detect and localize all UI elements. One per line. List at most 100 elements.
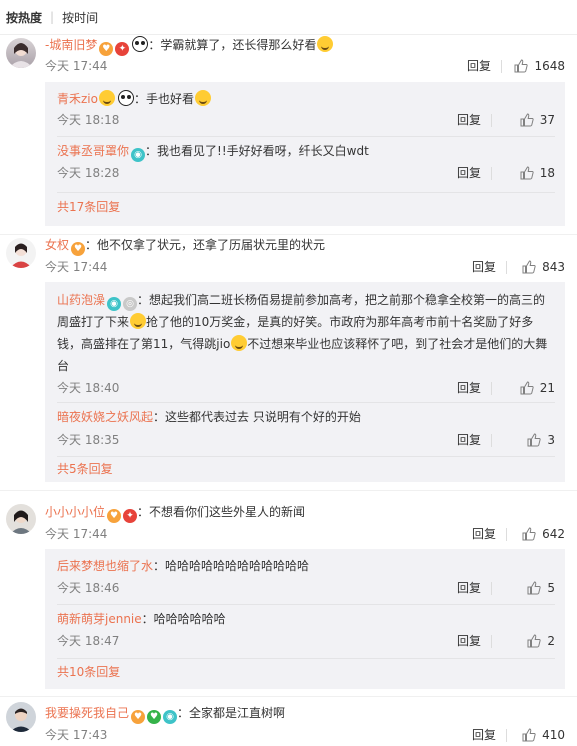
reply-button[interactable]: 回复 <box>457 431 481 449</box>
fan-badge-icon: ♥ <box>107 509 122 523</box>
smirk-emoji-icon <box>231 335 248 351</box>
reply-meta: 今天 18:40 回复 21 <box>57 379 555 397</box>
reply-username[interactable]: 萌新萌芽jennie <box>57 612 142 626</box>
member-badge-icon: ✦ <box>115 42 130 56</box>
thumbs-up-icon <box>522 260 536 274</box>
divider <box>491 582 492 595</box>
avatar[interactable] <box>6 238 36 268</box>
reply-text: ：哈哈哈哈哈哈哈哈哈哈哈哈 <box>153 559 310 573</box>
divider <box>501 60 502 73</box>
reply-username[interactable]: 暗夜妖娆之妖风起 <box>57 410 153 424</box>
comment-meta: 今天 17:44 回复 642 <box>45 525 565 543</box>
reply-text: 钱，高盛排在了第11，气得跳jio <box>57 337 231 351</box>
reply-box: 青禾zio ：手也好看 今天 18:18 回复 37 没事丞哥罩你 ◉ ：我也看见了!… <box>45 82 565 226</box>
reply-meta: 今天 18:46 回复 5 <box>57 579 555 597</box>
like-button[interactable]: 37 <box>520 111 555 129</box>
vip-badge-icon: ◉ <box>107 297 122 311</box>
reply-button[interactable]: 回复 <box>457 632 481 650</box>
reply-item: 后来梦想也缩了水：哈哈哈哈哈哈哈哈哈哈哈哈 今天 18:46 回复 5 <box>45 549 565 601</box>
reply-item: 山药泡澡 ◉ ◎ ：想起我们高二班长杨佰易提前参加高考，把之前那个稳拿全校第一的高三的… <box>45 282 565 398</box>
reply-username[interactable]: 青禾zio <box>57 92 98 106</box>
divider <box>57 658 555 659</box>
view-more-replies-link[interactable]: 共5条回复 <box>57 460 113 478</box>
comment-item: 小小小小位 ♥ ✦ ：不想看你们这些外星人的新闻 今天 17:44 回复 642 后来… <box>0 498 577 697</box>
comment-username[interactable]: -城南旧梦 <box>45 38 97 52</box>
divider <box>491 167 492 180</box>
laugh-emoji-icon <box>317 36 334 52</box>
like-button[interactable]: 2 <box>527 632 555 650</box>
thumbs-up-icon <box>522 728 536 742</box>
divider <box>506 729 507 742</box>
like-button[interactable]: 21 <box>520 379 555 397</box>
reply-text: ：这些都代表过去 只说明有个好的开始 <box>153 410 361 424</box>
comment-time: 今天 17:44 <box>45 527 108 541</box>
view-more-replies-link[interactable]: 共17条回复 <box>57 198 120 216</box>
reply-button[interactable]: 回复 <box>457 379 481 397</box>
reply-box: 后来梦想也缩了水：哈哈哈哈哈哈哈哈哈哈哈哈 今天 18:46 回复 5 萌新萌芽… <box>45 549 565 689</box>
like-count: 37 <box>539 113 555 127</box>
like-button[interactable]: 410 <box>522 726 565 744</box>
like-button[interactable]: 18 <box>520 164 555 182</box>
comment-username[interactable]: 小小小小位 <box>45 505 105 519</box>
tab-by-time[interactable]: 按时间 <box>62 9 106 26</box>
divider <box>57 402 555 403</box>
like-button[interactable]: 1648 <box>514 57 565 75</box>
reply-item: 暗夜妖娆之妖风起：这些都代表过去 只说明有个好的开始 今天 18:35 回复 3 <box>45 404 565 454</box>
member-badge-icon: ✦ <box>123 509 138 523</box>
reply-button[interactable]: 回复 <box>457 579 481 597</box>
reply-button[interactable]: 回复 <box>457 111 481 129</box>
thumbs-up-icon <box>520 113 534 127</box>
reply-username[interactable]: 山药泡澡 <box>57 293 105 307</box>
reply-item: 没事丞哥罩你 ◉ ：我也看见了!!手好好看呀，纤长又白wdt 今天 18:28 回复… <box>45 138 565 188</box>
reply-meta: 今天 18:35 回复 3 <box>57 431 555 449</box>
comment-time: 今天 17:43 <box>45 728 108 742</box>
tab-by-popularity[interactable]: 按热度 <box>6 9 50 26</box>
divider <box>491 114 492 127</box>
like-button[interactable]: 642 <box>522 525 565 543</box>
avatar[interactable] <box>6 38 36 68</box>
reply-text: ：我也看见了!!手好好看呀，纤长又白wdt <box>145 144 369 158</box>
comment-item: 女权 ♥ ：他不仅拿了状元，还拿了历届状元里的状元 今天 17:44 回复 843 … <box>0 234 577 491</box>
reply-button[interactable]: 回复 <box>472 726 496 744</box>
avatar-portrait-icon <box>10 243 32 268</box>
comment-text: ：不想看你们这些外星人的新闻 <box>137 505 306 519</box>
divider <box>506 528 507 541</box>
reply-button[interactable]: 回复 <box>472 258 496 276</box>
view-more-replies-link[interactable]: 共10条回复 <box>57 663 120 681</box>
thumbs-up-icon <box>520 381 534 395</box>
divider <box>57 192 555 193</box>
level-badge-icon: ◎ <box>123 297 138 311</box>
fan-badge-icon: ♥ <box>131 710 146 724</box>
avatar-portrait-icon <box>10 708 32 732</box>
like-count: 642 <box>542 527 565 541</box>
comment-username[interactable]: 我要操死我自己 <box>45 706 129 720</box>
like-button[interactable]: 5 <box>527 579 555 597</box>
reply-time: 今天 18:47 <box>57 634 120 648</box>
reply-item: 萌新萌芽jennie：哈哈哈哈哈哈 今天 18:47 回复 2 <box>45 606 565 656</box>
like-count: 18 <box>539 166 555 180</box>
comment-item: 我要操死我自己 ♥ ♥ ◉ ：全家都是江直树啊 今天 17:43 回复 410 <box>0 696 577 746</box>
divider <box>491 434 492 447</box>
avatar[interactable] <box>6 504 36 534</box>
like-button[interactable]: 3 <box>527 431 555 449</box>
thumbs-up-icon <box>527 433 541 447</box>
comment-username[interactable]: 女权 <box>45 238 69 252</box>
reply-username[interactable]: 后来梦想也缩了水 <box>57 559 153 573</box>
reply-username[interactable]: 没事丞哥罩你 <box>57 144 129 158</box>
like-count: 2 <box>547 634 555 648</box>
thumbs-up-icon <box>522 527 536 541</box>
comment-item: -城南旧梦 ♥ ✦ ：学霸就算了，还长得那么好看 今天 17:44 回复 1648 青… <box>0 34 577 235</box>
reply-button[interactable]: 回复 <box>457 164 481 182</box>
smile-emoji-icon <box>195 90 211 106</box>
divider <box>491 382 492 395</box>
comment-meta: 今天 17:44 回复 843 <box>45 258 565 276</box>
reply-time: 今天 18:28 <box>57 166 120 180</box>
reply-time: 今天 18:40 <box>57 381 120 395</box>
reply-button[interactable]: 回复 <box>467 57 491 75</box>
avatar[interactable] <box>6 702 36 732</box>
like-count: 21 <box>539 381 555 395</box>
reply-button[interactable]: 回复 <box>472 525 496 543</box>
like-button[interactable]: 843 <box>522 258 565 276</box>
comment-time: 今天 17:44 <box>45 260 108 274</box>
divider <box>57 456 555 457</box>
